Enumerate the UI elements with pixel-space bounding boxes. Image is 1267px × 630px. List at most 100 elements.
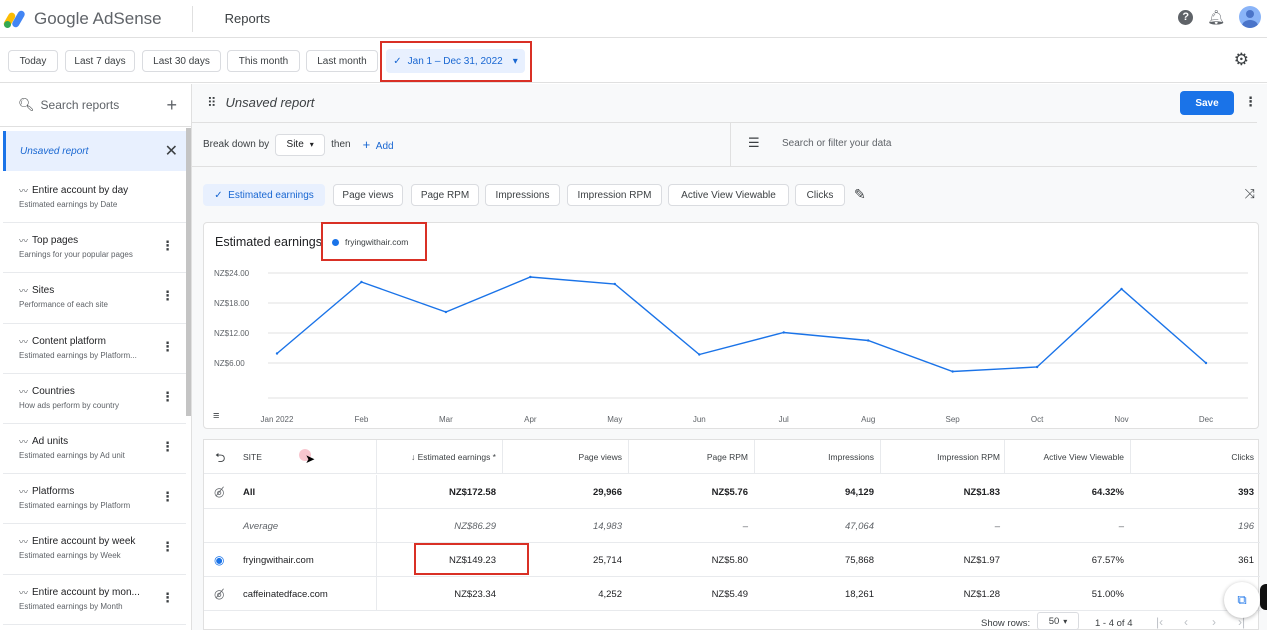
back-arrow-icon[interactable]: ⮌ [215, 449, 225, 471]
y-tick-label: NZ$12.00 [214, 329, 250, 338]
then-label: then [331, 139, 351, 150]
prev-page-icon[interactable]: ‹ [1184, 615, 1188, 629]
header-page-views[interactable]: Page views [502, 440, 622, 474]
apps-grid-icon[interactable]: ⠿ [207, 95, 216, 111]
metric-chip-page-rpm[interactable]: Page RPM [411, 184, 479, 206]
cell-earnings: NZ$86.29 [454, 520, 496, 532]
show-rows-label: Show rows: [981, 618, 1031, 629]
sidebar-item-unsaved-report[interactable]: Unsaved report ✕ [3, 131, 186, 171]
sidebar-item-report[interactable]: 〰 Content platform Estimated earnings by P… [3, 324, 186, 374]
sidebar-item-report[interactable]: 〰 Ad units Estimated earnings by Ad unit ⋮ [3, 424, 186, 475]
header-active-view-viewable[interactable]: Active View Viewable [1004, 440, 1124, 474]
more-options-icon[interactable]: ⋮ [161, 238, 174, 254]
x-tick-label: Dec [1199, 415, 1213, 424]
date-range-selector[interactable]: ✓ Jan 1 – Dec 31, 2022 ▾ [386, 49, 525, 73]
sidebar-item-report[interactable]: 〰 Top pages Earnings for your popular page… [3, 223, 186, 274]
close-icon[interactable]: ✕ [165, 141, 178, 161]
add-breakdown-button[interactable]: + Add [363, 137, 394, 152]
header-estimated-earnings[interactable]: ↓ Estimated earnings * [376, 440, 496, 474]
cell-active-view: 51.00% [1091, 588, 1124, 600]
header-impressions[interactable]: Impressions [754, 440, 874, 474]
cell-impressions: 94,129 [844, 486, 874, 498]
metric-chip-active-view-viewable[interactable]: Active View Viewable [668, 184, 789, 206]
feedback-button[interactable]: ⧉ [1224, 582, 1260, 618]
more-options-icon[interactable]: ⋮ [161, 288, 174, 304]
sidebar-item-report[interactable]: 〰 Platforms Estimated earnings by Platform… [3, 474, 186, 525]
cell-page-rpm: NZ$5.76 [711, 486, 748, 498]
more-options-icon[interactable]: ⋮ [161, 439, 174, 455]
header-impression-rpm[interactable]: Impression RPM [880, 440, 1000, 474]
sidebar-item-report[interactable]: 〰 Entire account by mon... Estimated earni… [3, 575, 186, 625]
sidebar-item-report[interactable]: 〰 Entire account by day Estimated earnings… [3, 173, 186, 224]
more-options-icon[interactable]: ⋮ [161, 389, 174, 405]
more-options-icon[interactable]: ⋮ [161, 339, 174, 355]
filter-input[interactable]: Search or filter your data [782, 138, 892, 149]
x-tick-label: Nov [1114, 415, 1128, 424]
rows-per-page-value: 50 [1048, 615, 1060, 627]
visibility-off-icon[interactable]: ◎̸ [214, 485, 224, 499]
data-point [782, 331, 785, 334]
account-avatar[interactable] [1239, 6, 1261, 28]
cell-impression-rpm: NZ$1.97 [963, 554, 1000, 566]
cell-page-views: 29,966 [592, 486, 622, 498]
header-page-rpm[interactable]: Page RPM [628, 440, 748, 474]
save-button[interactable]: Save [1180, 91, 1234, 115]
sidebar-item-report[interactable]: 〰 Sites Performance of each site ⋮ [3, 273, 186, 324]
adsense-logo[interactable]: Google AdSense [2, 9, 162, 29]
caret-down-icon: ▾ [1063, 616, 1068, 626]
caret-down-icon: ▾ [512, 55, 518, 67]
next-page-icon[interactable]: › [1212, 615, 1216, 629]
x-tick-label: Jul [779, 415, 789, 424]
sparkline-icon: 〰 [19, 236, 29, 247]
rows-per-page-select[interactable]: 50 ▾ [1037, 612, 1079, 630]
x-tick-label: Aug [861, 415, 875, 424]
breakdown-select[interactable]: Site ▾ [275, 133, 326, 156]
notifications-bell-icon[interactable]: 🔔︎ [1207, 9, 1225, 26]
sparkline-icon: 〰 [19, 487, 29, 498]
first-page-icon[interactable]: |‹ [1156, 615, 1163, 629]
visibility-off-icon[interactable]: ◎̸ [214, 587, 224, 601]
metric-chip-estimated-earnings[interactable]: ✓ Estimated earnings [203, 184, 325, 206]
metric-chip-impression-rpm[interactable]: Impression RPM [567, 184, 662, 206]
cell-active-view: – [1118, 520, 1124, 532]
sparkline-icon: 〰 [19, 386, 29, 397]
metric-chip-impressions[interactable]: Impressions [485, 184, 560, 206]
sidebar-item-label: Top pages [32, 235, 79, 247]
table-row-all[interactable]: ◎̸ All NZ$172.58 29,966 NZ$5.76 94,129 N… [204, 475, 1260, 509]
chart-menu-icon[interactable]: ≡ [213, 411, 219, 422]
sidebar-item-report[interactable]: 〰 Countries How ads perform by country ⋮ [3, 374, 186, 424]
plus-icon: + [362, 137, 371, 152]
date-chip-last-7-days[interactable]: Last 7 days [65, 50, 135, 72]
edit-metrics-pencil-icon[interactable]: ✎ [854, 186, 866, 203]
trend-icon[interactable]: ⤨ [1245, 186, 1255, 202]
earnings-chart-card: Estimated earnings fryingwithair.com NZ$… [203, 222, 1259, 429]
more-options-icon[interactable]: ⋮ [161, 489, 174, 505]
visibility-eye-icon[interactable]: ◉ [214, 553, 224, 567]
date-chip-last-30-days[interactable]: Last 30 days [142, 50, 221, 72]
filter-icon[interactable]: ☰ [748, 135, 760, 151]
more-options-icon[interactable]: ⋮ [1244, 94, 1257, 110]
more-options-icon[interactable]: ⋮ [161, 590, 174, 606]
help-icon[interactable]: ? [1178, 9, 1194, 25]
date-chip-today[interactable]: Today [8, 50, 58, 72]
table-row[interactable]: ◉ fryingwithair.com NZ$149.23 25,714 NZ$… [204, 543, 1260, 577]
cell-page-views: 25,714 [592, 554, 622, 566]
sidebar-item-report[interactable]: 〰 Entire account by week Estimated earning… [3, 524, 186, 575]
table-row[interactable]: ◎̸ caffeinatedface.com NZ$23.34 4,252 NZ… [204, 577, 1260, 611]
sidebar-scrollbar[interactable] [186, 128, 191, 416]
x-tick-label: Jan 2022 [261, 415, 294, 424]
cell-site: fryingwithair.com [243, 554, 314, 566]
sidebar-item-description: Estimated earnings by Week [19, 551, 121, 561]
date-chip-this-month[interactable]: This month [227, 50, 300, 72]
header-site[interactable]: SITE [243, 440, 262, 474]
settings-gear-icon[interactable]: ⚙ [1234, 51, 1249, 68]
sidebar-item-description: Estimated earnings by Month [19, 601, 123, 611]
y-tick-label: NZ$24.00 [214, 269, 250, 278]
date-chip-last-month[interactable]: Last month [306, 50, 378, 72]
metric-chip-clicks[interactable]: Clicks [795, 184, 845, 206]
header-clicks[interactable]: Clicks [1130, 440, 1254, 474]
search-reports[interactable]: 🔍︎ Search reports + [0, 84, 191, 127]
add-report-plus-icon[interactable]: + [166, 95, 177, 116]
more-options-icon[interactable]: ⋮ [161, 539, 174, 555]
metric-chip-page-views[interactable]: Page views [333, 184, 403, 206]
